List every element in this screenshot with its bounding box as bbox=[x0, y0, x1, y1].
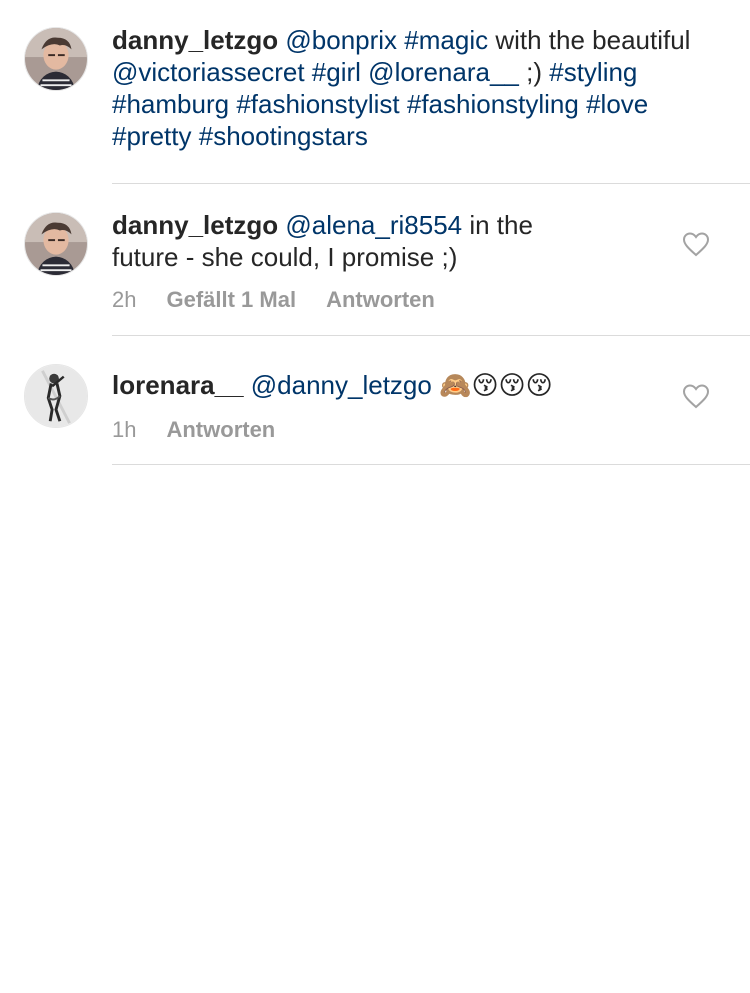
hashtag-link[interactable]: #styling bbox=[549, 57, 637, 87]
hashtag-link[interactable]: #shootingstars bbox=[199, 121, 368, 151]
hashtag-link[interactable]: #pretty bbox=[112, 121, 192, 151]
mention-link[interactable]: @lorenara__ bbox=[368, 57, 519, 87]
caption-username[interactable]: danny_letzgo bbox=[112, 25, 278, 55]
divider bbox=[112, 464, 750, 465]
comment-plain-text bbox=[192, 121, 199, 151]
comment-time: 2h bbox=[112, 287, 137, 312]
mention-link[interactable]: @danny_letzgo bbox=[251, 370, 432, 400]
mention-link[interactable]: @victoriassecret bbox=[112, 57, 305, 87]
comment-content: @danny_letzgo 🙈😚😚😚 bbox=[251, 370, 553, 400]
hashtag-link[interactable]: #girl bbox=[312, 57, 361, 87]
comment-plain-text bbox=[579, 89, 586, 119]
comment-plain-text bbox=[305, 57, 312, 87]
user-avatar-image bbox=[25, 365, 87, 427]
comment-time: 1h bbox=[112, 417, 137, 442]
comment-plain-text: 🙈😚😚😚 bbox=[431, 370, 553, 400]
mention-link[interactable]: @alena_ri8554 bbox=[285, 210, 462, 240]
likes-count-link[interactable]: Gefällt 1 Mal bbox=[166, 287, 296, 312]
user-avatar-image bbox=[25, 28, 87, 90]
comment-plain-text: with the beautiful bbox=[488, 25, 691, 55]
comment-meta: 1h Antworten bbox=[112, 416, 275, 444]
comment-text: lorenara__ @danny_letzgo 🙈😚😚😚 bbox=[112, 369, 672, 401]
mention-link[interactable]: @bonprix bbox=[285, 25, 397, 55]
comment-username[interactable]: danny_letzgo bbox=[112, 210, 278, 240]
user-avatar-image bbox=[25, 213, 87, 275]
comment-text: danny_letzgo @alena_ri8554 in the future… bbox=[112, 209, 592, 273]
hashtag-link[interactable]: #magic bbox=[404, 25, 488, 55]
comment-plain-text bbox=[400, 89, 407, 119]
reply-button[interactable]: Antworten bbox=[166, 417, 275, 442]
avatar[interactable] bbox=[24, 212, 88, 276]
heart-outline-icon[interactable] bbox=[682, 383, 710, 409]
divider bbox=[112, 335, 750, 336]
comment-meta: 2h Gefällt 1 Mal Antworten bbox=[112, 286, 435, 314]
divider bbox=[112, 183, 750, 184]
reply-button[interactable]: Antworten bbox=[326, 287, 435, 312]
hashtag-link[interactable]: #fashionstylist bbox=[236, 89, 399, 119]
caption-text: danny_letzgo @bonprix #magic with the be… bbox=[112, 24, 722, 152]
comment-username[interactable]: lorenara__ bbox=[112, 370, 244, 400]
hashtag-link[interactable]: #love bbox=[586, 89, 648, 119]
hashtag-link[interactable]: #fashionstyling bbox=[407, 89, 579, 119]
hashtag-link[interactable]: #hamburg bbox=[112, 89, 229, 119]
heart-outline-icon[interactable] bbox=[682, 231, 710, 257]
avatar[interactable] bbox=[24, 364, 88, 428]
avatar[interactable] bbox=[24, 27, 88, 91]
comment-plain-text: ;) bbox=[518, 57, 550, 87]
